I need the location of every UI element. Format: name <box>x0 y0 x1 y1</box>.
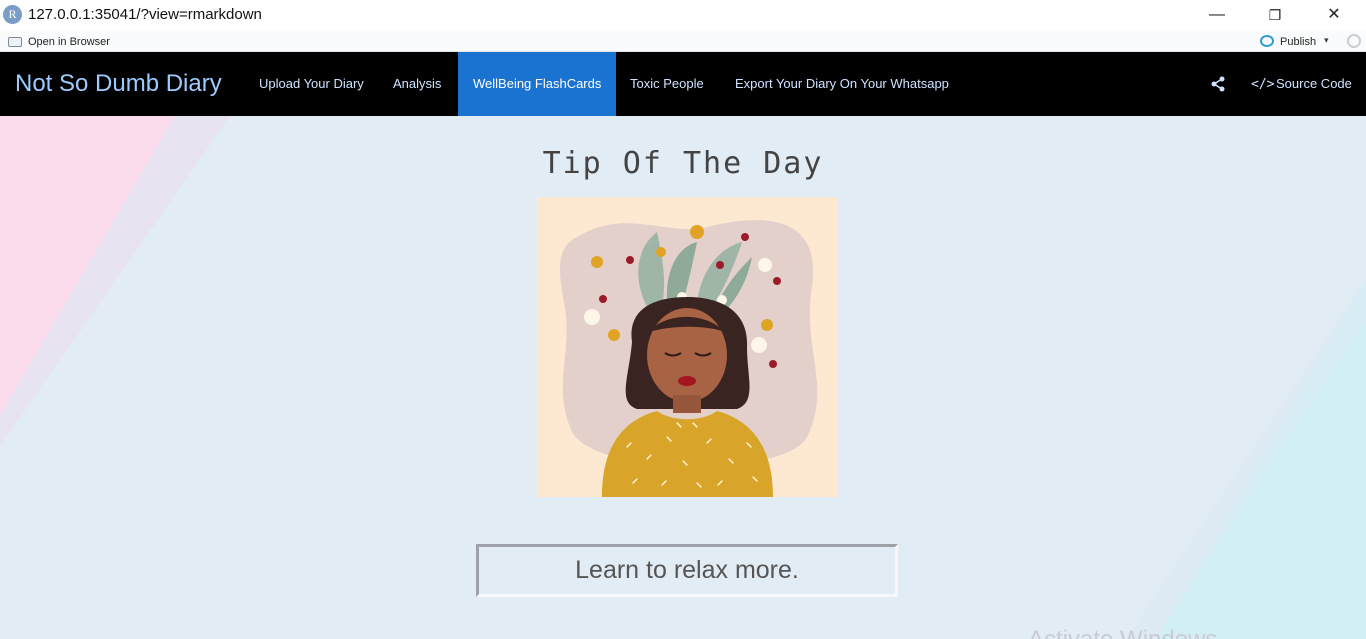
viewer-toolbar: Open in Browser Publish ▾ <box>0 30 1366 52</box>
minimize-button[interactable]: — <box>1194 0 1240 30</box>
r-logo-icon: R <box>3 5 22 24</box>
activate-windows-watermark: Activate Windows <box>1028 626 1217 639</box>
source-code-link[interactable]: Source Code <box>1276 76 1352 91</box>
wellbeing-illustration <box>537 197 837 497</box>
url-text: 127.0.0.1:35041/?view=rmarkdown <box>28 6 262 23</box>
background-cyan-shape <box>1126 279 1366 639</box>
publish-icon[interactable] <box>1260 35 1274 47</box>
main-content: Tip Of The Day Learn to relax more. <box>0 116 1366 639</box>
nav-upload-your-diary[interactable]: Upload Your Diary <box>244 52 379 116</box>
window-title-bar: R 127.0.0.1:35041/?view=rmarkdown — ❐ ✕ <box>0 0 1366 30</box>
nav-analysis[interactable]: Analysis <box>378 52 456 116</box>
open-in-browser-icon[interactable] <box>8 37 22 47</box>
code-icon[interactable]: </> <box>1251 77 1274 92</box>
restore-button[interactable]: ❐ <box>1252 0 1298 30</box>
nav-wellbeing-flashcards[interactable]: WellBeing FlashCards <box>458 52 617 116</box>
share-icon[interactable] <box>1210 76 1226 92</box>
tip-of-the-day-title: Tip Of The Day <box>542 146 824 181</box>
navbar: Not So Dumb Diary Upload Your Diary Anal… <box>0 52 1366 116</box>
refresh-icon[interactable] <box>1347 34 1361 48</box>
close-button[interactable]: ✕ <box>1311 0 1357 30</box>
publish-button[interactable]: Publish <box>1280 36 1316 48</box>
publish-dropdown-icon[interactable]: ▾ <box>1324 35 1329 46</box>
tip-text-box: Learn to relax more. <box>476 544 898 597</box>
open-in-browser-button[interactable]: Open in Browser <box>28 36 110 48</box>
nav-toxic-people[interactable]: Toxic People <box>615 52 719 116</box>
nav-export-whatsapp[interactable]: Export Your Diary On Your Whatsapp <box>720 52 964 116</box>
brand-title[interactable]: Not So Dumb Diary <box>15 70 222 98</box>
